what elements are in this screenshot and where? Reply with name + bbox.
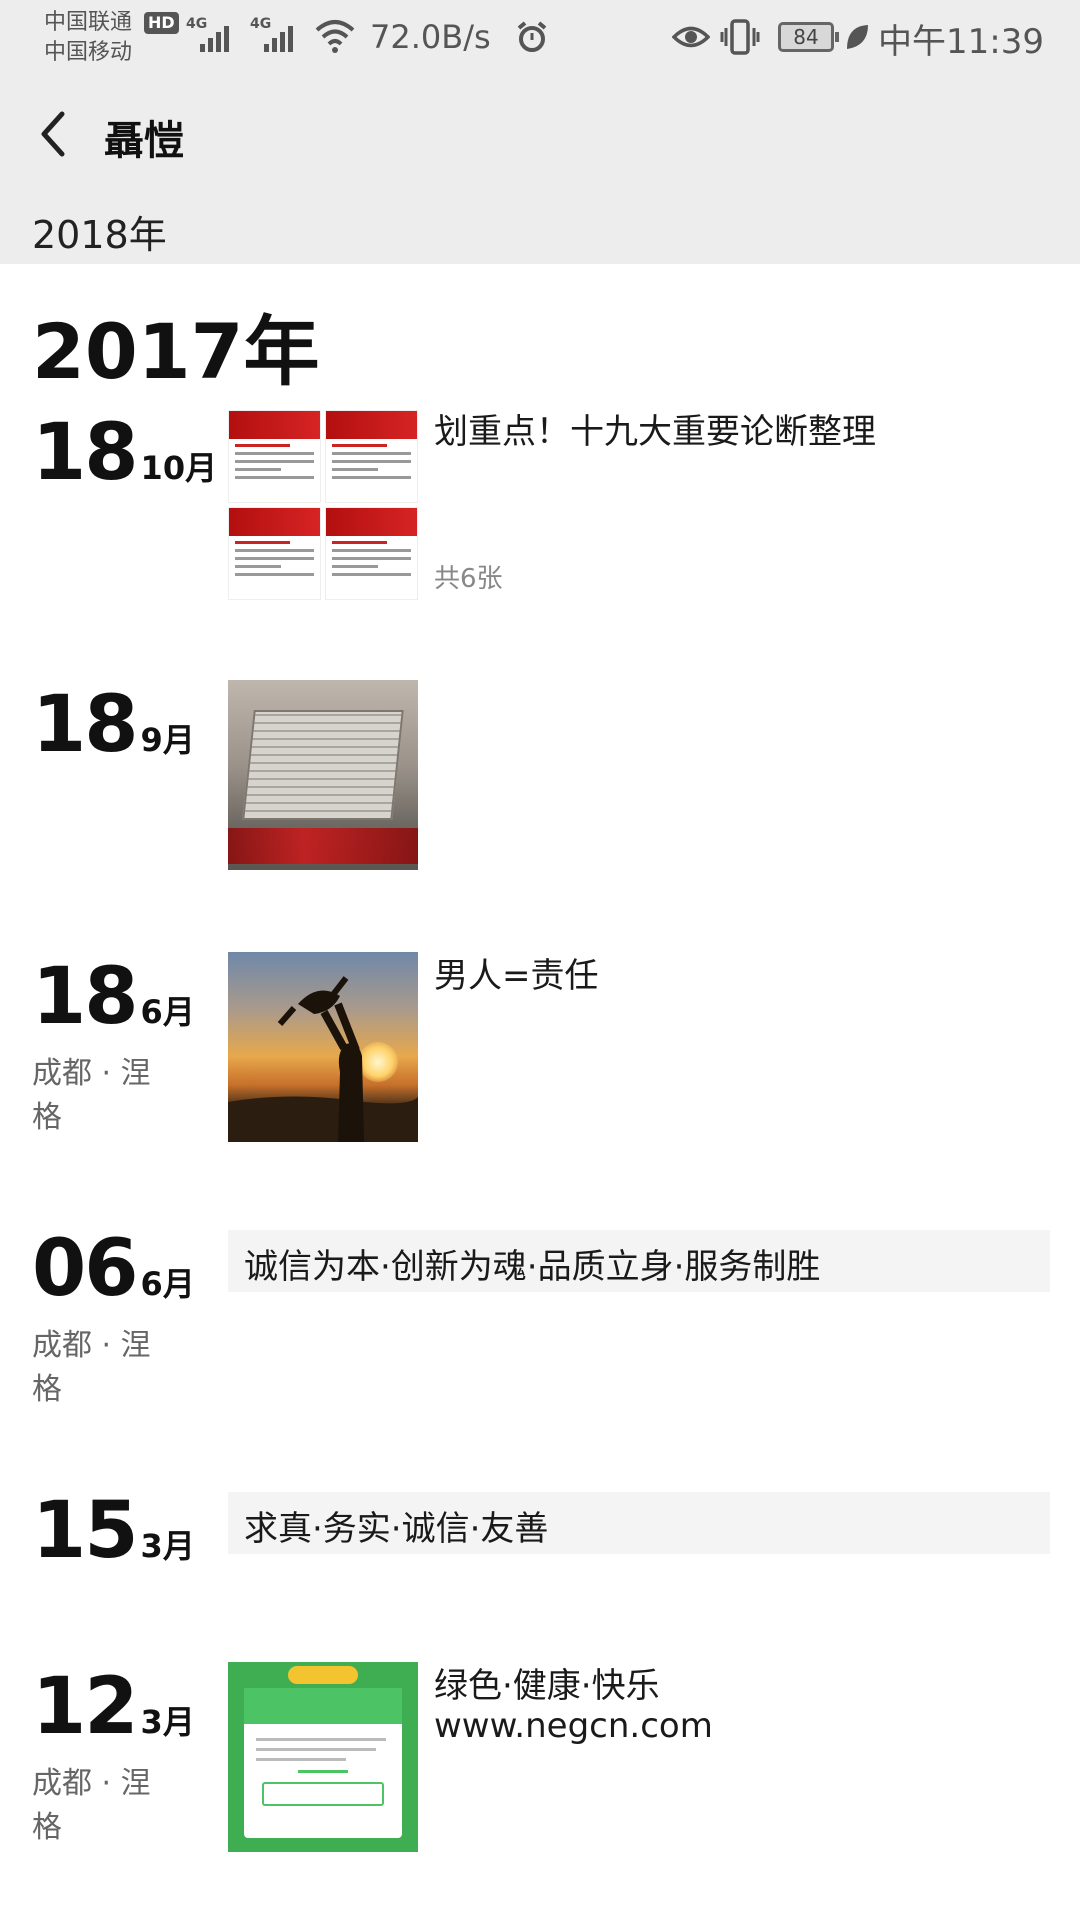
post-thumbnail[interactable] — [228, 1662, 418, 1852]
year-label[interactable]: 2018年 — [32, 204, 167, 259]
eye-icon — [672, 26, 710, 48]
post-month: 3月 — [140, 1527, 195, 1565]
post-date: 18 10月 — [32, 408, 217, 498]
post-month: 6月 — [140, 993, 195, 1031]
post-date: 18 9月 — [32, 680, 195, 770]
post-month: 6月 — [140, 1265, 195, 1303]
document-collage-image — [228, 410, 418, 600]
page-title: 聶愷 — [104, 118, 184, 164]
hd-badge: HD — [144, 12, 179, 34]
post-location[interactable]: 成都 · 涅格 — [32, 1324, 172, 1412]
network-speed: 72.0B/s — [370, 18, 491, 56]
certificate-image — [228, 1662, 418, 1852]
alarm-icon — [517, 21, 547, 52]
post-day: 12 — [32, 1662, 139, 1752]
year-heading: 2017年 — [32, 307, 320, 396]
post-date: 06 6月 — [32, 1224, 195, 1314]
post-location[interactable]: 成都 · 涅格 — [32, 1762, 172, 1850]
year-filter-bar[interactable]: 2018年 — [0, 190, 1080, 264]
carrier-1: 中国联通 — [44, 10, 133, 35]
chevron-left-icon[interactable] — [34, 106, 74, 162]
post-month: 10月 — [140, 449, 218, 487]
post-text-line-2: www.negcn.com — [434, 1706, 713, 1746]
post-date: 18 6月 — [32, 952, 195, 1042]
post-day: 06 — [32, 1224, 139, 1314]
post-thumbnail[interactable] — [228, 952, 418, 1142]
clock: 中午11:39 — [878, 22, 1044, 62]
post-text-line-1: 绿色·健康·快乐 — [434, 1666, 660, 1706]
post-text: 诚信为本·创新为魂·品质立身·服务制胜 — [244, 1247, 821, 1287]
post-day: 18 — [32, 680, 139, 770]
battery-icon: 84 — [778, 22, 839, 52]
carrier-2: 中国移动 — [44, 40, 133, 65]
signal-icon: 4G — [250, 16, 298, 52]
post-date: 12 3月 — [32, 1662, 195, 1752]
text-only-post[interactable]: 诚信为本·创新为魂·品质立身·服务制胜 — [228, 1230, 1050, 1292]
post-day: 15 — [32, 1486, 139, 1576]
signal-icon: 4G — [186, 16, 234, 52]
photo-count: 共6张 — [434, 564, 503, 594]
title-bar: 聶愷 — [0, 80, 1080, 190]
post-month: 3月 — [140, 1703, 195, 1741]
post-date: 15 3月 — [32, 1486, 195, 1576]
post-text: 划重点！十九大重要论断整理 — [434, 412, 876, 452]
leaf-icon — [847, 25, 868, 49]
post-month: 9月 — [140, 721, 195, 759]
post-thumbnail[interactable] — [228, 410, 418, 600]
post-text: 求真·务实·诚信·友善 — [244, 1509, 549, 1549]
wifi-icon — [315, 20, 355, 53]
carrier-names: 中国联通 中国移动 — [44, 8, 132, 68]
post-text: 男人=责任 — [434, 956, 599, 996]
post-day: 18 — [32, 952, 139, 1042]
post-day: 18 — [32, 408, 139, 498]
sunset-photo — [228, 952, 418, 1142]
status-bar: 中国联通 中国移动 HD 4G 4G 72.0B/s 84 中午11:39 — [0, 0, 1080, 80]
text-only-post[interactable]: 求真·务实·诚信·友善 — [228, 1492, 1050, 1554]
post-thumbnail[interactable] — [228, 680, 418, 870]
monument-photo — [228, 680, 418, 870]
post-location[interactable]: 成都 · 涅格 — [32, 1052, 172, 1140]
vibrate-icon — [720, 19, 760, 55]
